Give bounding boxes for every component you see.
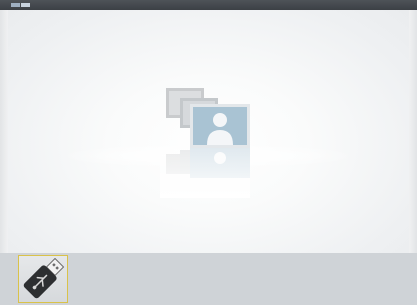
- top-bar: [0, 0, 417, 10]
- photo-gallery-icon: [160, 88, 250, 198]
- right-edge: [409, 10, 417, 253]
- small-window-icon: [11, 3, 30, 7]
- app-window: [0, 0, 417, 305]
- left-edge: [0, 10, 8, 253]
- usb-drive-icon: [23, 258, 65, 299]
- usb-device-tile[interactable]: [18, 255, 68, 303]
